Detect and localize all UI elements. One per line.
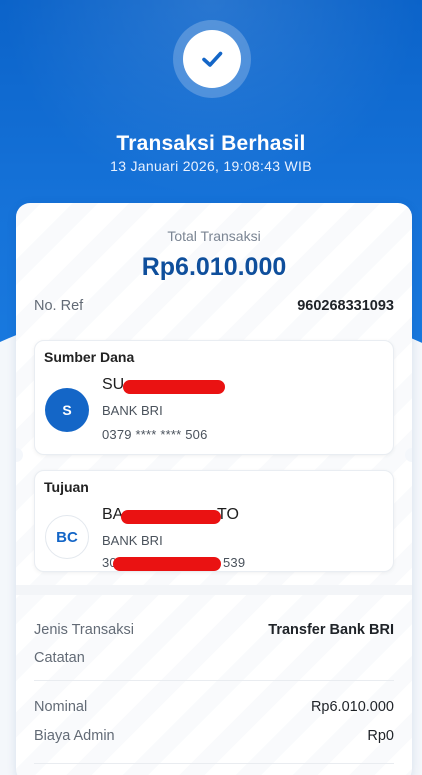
transaction-type-label: Jenis Transaksi [34, 622, 134, 638]
transaction-type-value: Transfer Bank BRI [268, 622, 394, 638]
destination-account-card: Tujuan BC BA TO BANK BRI 30 539 [34, 470, 394, 572]
card-notch-left [16, 448, 23, 462]
destination-avatar: BC [45, 515, 89, 559]
source-name: SU [102, 376, 125, 393]
admin-fee-row: Biaya Admin Rp0 [34, 728, 394, 744]
ref-label: No. Ref [34, 298, 84, 314]
note-row: Catatan [34, 650, 394, 666]
source-name-redaction [123, 380, 225, 394]
destination-heading: Tujuan [44, 479, 89, 495]
transaction-type-row: Jenis Transaksi Transfer Bank BRI [34, 622, 394, 638]
destination-name-suffix: TO [217, 506, 239, 523]
section-divider [16, 585, 412, 595]
destination-bank: BANK BRI [102, 533, 163, 548]
note-label: Catatan [34, 650, 85, 666]
nominal-label: Nominal [34, 699, 88, 715]
admin-fee-label: Biaya Admin [34, 728, 115, 744]
source-avatar: S [45, 388, 89, 432]
source-bank: BANK BRI [102, 403, 163, 418]
reference-row: No. Ref 960268331093 [34, 298, 394, 314]
total-amount: Rp6.010.000 [141, 253, 287, 281]
bottom-divider [34, 763, 394, 764]
card-notch-right [405, 448, 412, 462]
status-title: Transaksi Berhasil [116, 132, 306, 155]
source-account-card: Sumber Dana S SU BANK BRI 0379 **** ****… [34, 340, 394, 455]
destination-name-redaction [121, 510, 221, 524]
transaction-datetime: 13 Januari 2026, 19:08:43 WIB [110, 158, 312, 174]
admin-fee-value: Rp0 [367, 728, 394, 744]
nominal-row: Nominal Rp6.010.000 [34, 699, 394, 715]
ref-value: 960268331093 [297, 298, 394, 314]
nominal-value: Rp6.010.000 [310, 699, 394, 715]
destination-account-suffix: 539 [223, 555, 246, 570]
destination-account-redaction [113, 557, 221, 571]
source-heading: Sumber Dana [44, 349, 135, 365]
check-icon [183, 30, 241, 88]
total-label: Total Transaksi [167, 228, 261, 244]
receipt-card: Total Transaksi Rp6.010.000 No. Ref 9602… [16, 203, 412, 775]
source-account-number: 0379 **** **** 506 [102, 427, 208, 442]
details-divider [34, 680, 394, 681]
